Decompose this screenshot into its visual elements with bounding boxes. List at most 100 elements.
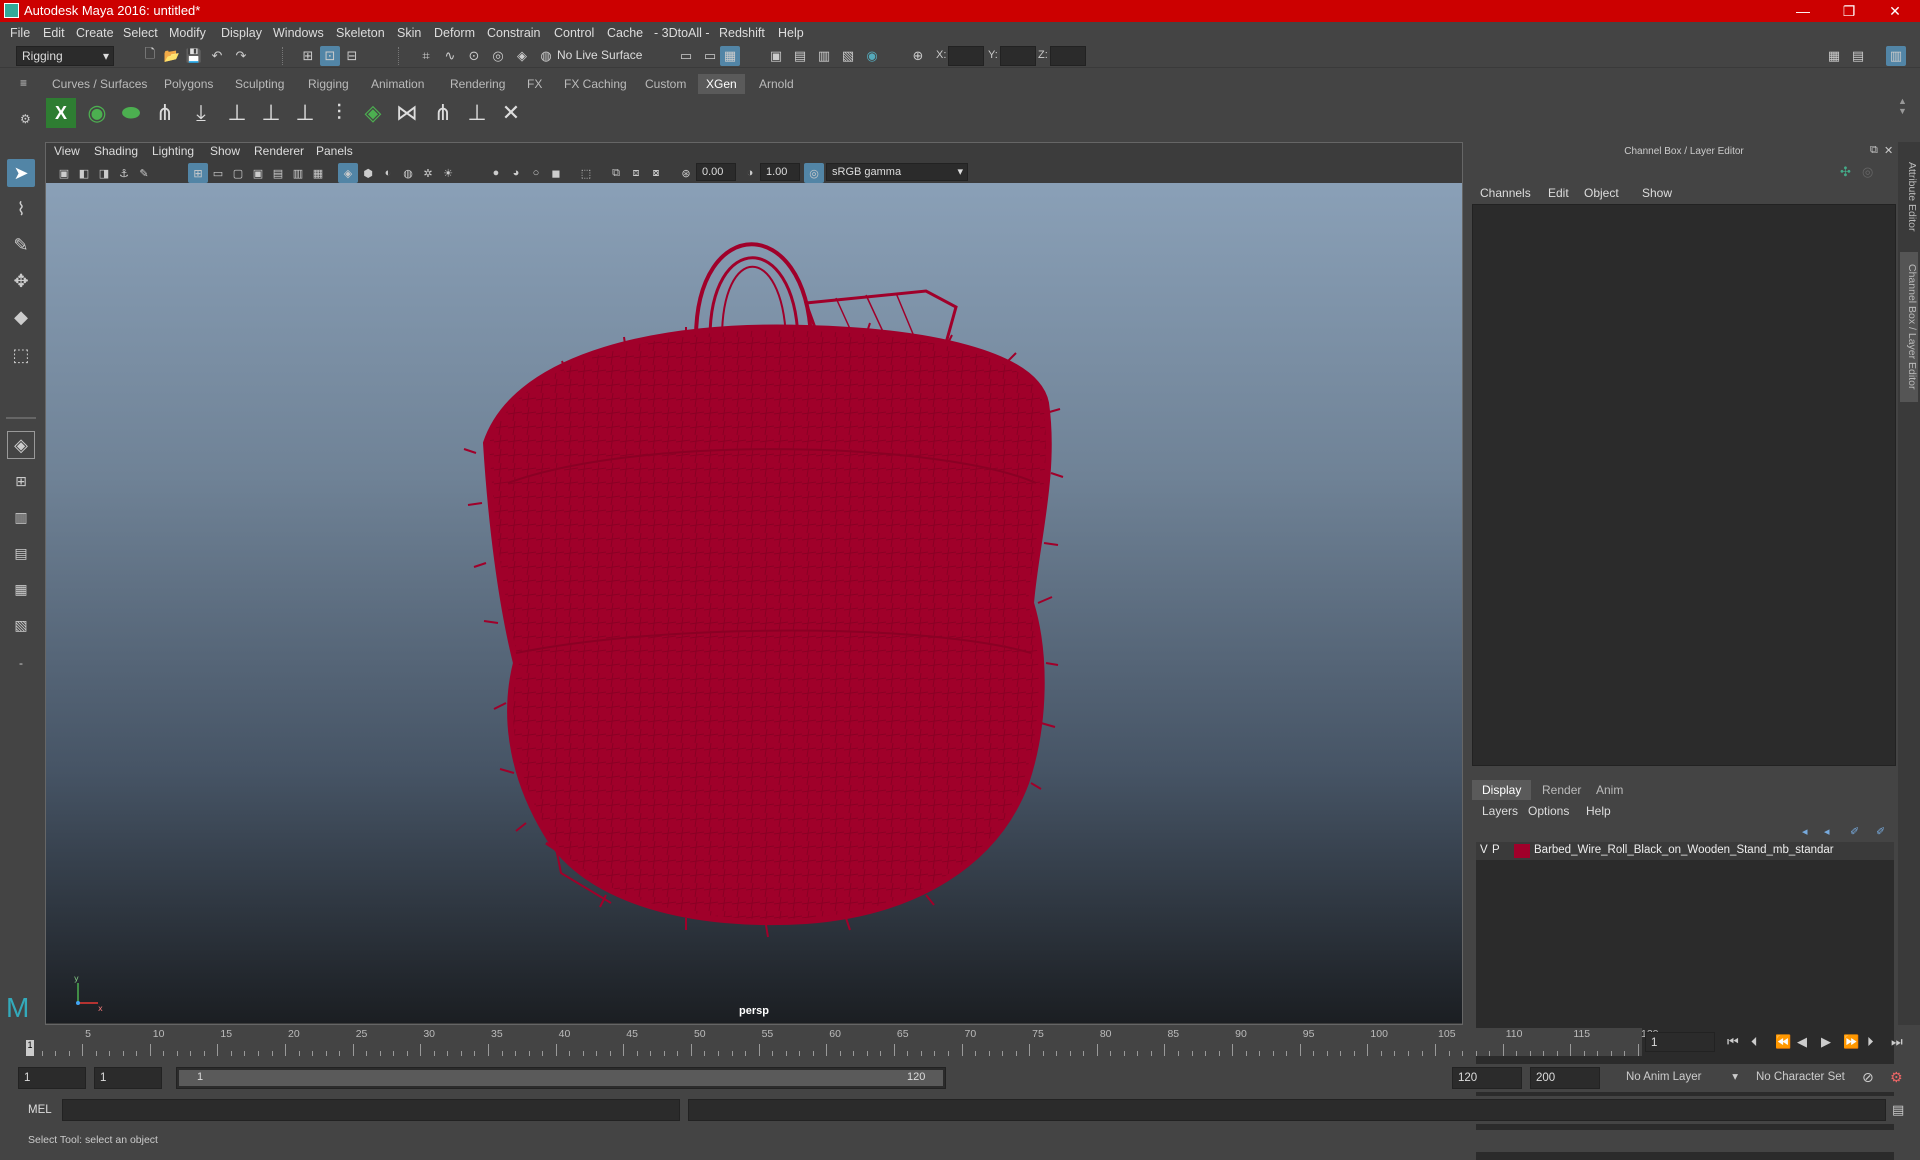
camera-attributes-icon[interactable]: ▣ (54, 163, 74, 183)
layer-color-swatch[interactable] (1514, 844, 1530, 858)
film-gate-icon[interactable]: ▭ (208, 163, 228, 183)
xgen-lock-guide-icon[interactable]: ⊥ (290, 98, 320, 128)
use-all-lights-icon[interactable]: ✲ (418, 163, 438, 183)
go-to-end-icon[interactable]: ⏭ (1891, 1034, 1903, 1050)
channel-menu-object[interactable]: Object (1584, 186, 1619, 200)
shelf-settings-icon[interactable]: ⚙ (20, 112, 31, 126)
rotate-tool-icon[interactable]: ◆ (7, 303, 35, 331)
side-tab-attribute-editor[interactable]: Attribute Editor (1900, 152, 1918, 242)
menu-help[interactable]: Help (778, 26, 804, 40)
new-scene-icon[interactable]: 🗋 (140, 46, 160, 66)
layer-menu-help[interactable]: Help (1586, 804, 1611, 818)
scale-tool-icon[interactable]: ⬚ (7, 341, 35, 369)
live-surface-field[interactable]: No Live Surface (552, 46, 646, 66)
output-ops-icon[interactable]: ▭ (700, 46, 720, 66)
single-perspective-layout-icon[interactable]: ◈ (7, 431, 35, 459)
menu-skin[interactable]: Skin (397, 26, 421, 40)
shelf-tab-fx-caching[interactable]: FX Caching (564, 77, 627, 91)
x-coord-input[interactable] (948, 46, 984, 66)
playback-start-field[interactable]: 1 (94, 1067, 162, 1089)
shelf-scroll-icon[interactable]: ▲ ▼ (1898, 96, 1907, 116)
smooth-shading-icon[interactable]: ⬢ (358, 163, 378, 183)
hypershade-icon[interactable]: ▧ (838, 46, 858, 66)
layer-menu-layers[interactable]: Layers (1482, 804, 1518, 818)
shelf-tab-fx[interactable]: FX (527, 77, 542, 91)
depth-of-field-icon[interactable]: ◼ (546, 163, 566, 183)
layer-visibility-toggle[interactable]: V (1480, 844, 1488, 856)
xgen-bend-icon[interactable]: ⋈ (392, 98, 422, 128)
wireframe-shading-icon[interactable]: ◈ (338, 163, 358, 183)
outliner-persp-layout-icon[interactable]: ▦ (7, 575, 35, 603)
xgen-guide-length-icon[interactable]: ⫶ (324, 98, 354, 128)
image-plane-icon[interactable]: ◨ (94, 163, 114, 183)
current-time-marker[interactable]: 1 (26, 1040, 34, 1056)
layer-name[interactable]: Barbed_Wire_Roll_Black_on_Wooden_Stand_m… (1534, 844, 1890, 856)
viewport-menu-shading[interactable]: Shading (94, 144, 138, 158)
start-time-field[interactable]: 1 (18, 1067, 86, 1089)
viewport-menu-view[interactable]: View (54, 144, 80, 158)
channel-menu-show[interactable]: Show (1642, 186, 1672, 200)
menu-edit[interactable]: Edit (43, 26, 65, 40)
select-hierarchy-icon[interactable]: ⊞ (298, 46, 318, 66)
persp-hypershade-layout-icon[interactable]: ▧ (7, 611, 35, 639)
z-coord-input[interactable] (1050, 46, 1086, 66)
gate-mask-icon[interactable]: ▣ (248, 163, 268, 183)
range-slider[interactable]: 1 120 (176, 1067, 946, 1089)
tab-anim[interactable]: Anim (1586, 780, 1633, 800)
xgen-cut-icon[interactable]: ⋔ (428, 98, 458, 128)
menu-windows[interactable]: Windows (273, 26, 324, 40)
isolate-select-icon[interactable]: ⬚ (576, 163, 596, 183)
channel-box-toggle-icon[interactable]: ▥ (1886, 46, 1906, 66)
xgen-add-guide-icon[interactable]: ⊥ (222, 98, 252, 128)
field-chart-icon[interactable]: ▤ (268, 163, 288, 183)
tab-render[interactable]: Render (1532, 780, 1591, 800)
save-scene-icon[interactable]: 💾 (184, 46, 204, 66)
attribute-editor-toggle-icon[interactable]: ▤ (1848, 46, 1868, 66)
persp-outliner-layout-icon[interactable]: ▥ (7, 503, 35, 531)
menu-constrain[interactable]: Constrain (487, 26, 541, 40)
step-forward-key-icon[interactable]: ⏩ (1843, 1034, 1859, 1050)
viewport-menu-renderer[interactable]: Renderer (254, 144, 304, 158)
shelf-tab-rigging[interactable]: Rigging (308, 77, 349, 91)
barbed-wire-roll-model[interactable] (46, 183, 1462, 1023)
speed-icon[interactable]: ◎ (1862, 164, 1873, 180)
gamma-icon[interactable]: ◑ (740, 163, 760, 183)
input-ops-icon[interactable]: ▭ (676, 46, 696, 66)
xgen-grooming-icon[interactable]: ◈ (358, 98, 388, 128)
lasso-tool-icon[interactable]: ⌇ (7, 195, 35, 223)
anti-aliasing-icon[interactable]: ○ (526, 163, 546, 183)
xgen-preview-icon[interactable]: ◉ (82, 98, 112, 128)
playback-end-field[interactable]: 120 (1452, 1067, 1522, 1089)
float-panel-icon[interactable]: ⧉ (1870, 144, 1878, 157)
menu-redshift[interactable]: Redshift (719, 26, 765, 40)
redo-icon[interactable]: ↷ (231, 46, 251, 66)
menu-control[interactable]: Control (554, 26, 594, 40)
menu-3dtoall[interactable]: - 3DtoAll - (654, 26, 710, 40)
undo-icon[interactable]: ↶ (207, 46, 227, 66)
menu-skeleton[interactable]: Skeleton (336, 26, 385, 40)
render-view-icon[interactable]: ◉ (862, 46, 882, 66)
menu-select[interactable]: Select (123, 26, 158, 40)
close-button[interactable]: ✕ (1872, 0, 1918, 22)
menu-file[interactable]: File (10, 26, 30, 40)
go-to-start-icon[interactable]: ⏮ (1727, 1034, 1739, 1050)
move-layer-up-icon[interactable]: ◂ (1802, 825, 1808, 838)
play-backward-icon[interactable]: ◀ (1797, 1034, 1807, 1050)
menu-display[interactable]: Display (221, 26, 262, 40)
tab-display[interactable]: Display (1472, 780, 1532, 800)
play-forward-icon[interactable]: ▶ (1821, 1034, 1831, 1050)
xgen-editor-icon[interactable]: X (46, 98, 76, 128)
xgen-add-guides-icon[interactable]: ⋔ (150, 98, 180, 128)
layer-menu-options[interactable]: Options (1528, 804, 1569, 818)
gamma-field[interactable]: 1.00 (760, 163, 800, 181)
script-editor-icon[interactable]: ▤ (1892, 1102, 1904, 1118)
range-slider-handle[interactable] (179, 1070, 943, 1086)
animation-prefs-icon[interactable]: ⚙ (1890, 1069, 1903, 1086)
render-frame-icon[interactable]: ▣ (766, 46, 786, 66)
xgen-collection-icon[interactable]: ⬬ (116, 98, 146, 128)
color-management-icon[interactable]: ◎ (804, 163, 824, 183)
resolution-gate-icon[interactable]: ▢ (228, 163, 248, 183)
shelf-tab-custom[interactable]: Custom (645, 77, 686, 91)
step-back-icon[interactable]: ⏴ (1751, 1034, 1758, 1050)
step-forward-icon[interactable]: ⏵ (1867, 1034, 1874, 1050)
